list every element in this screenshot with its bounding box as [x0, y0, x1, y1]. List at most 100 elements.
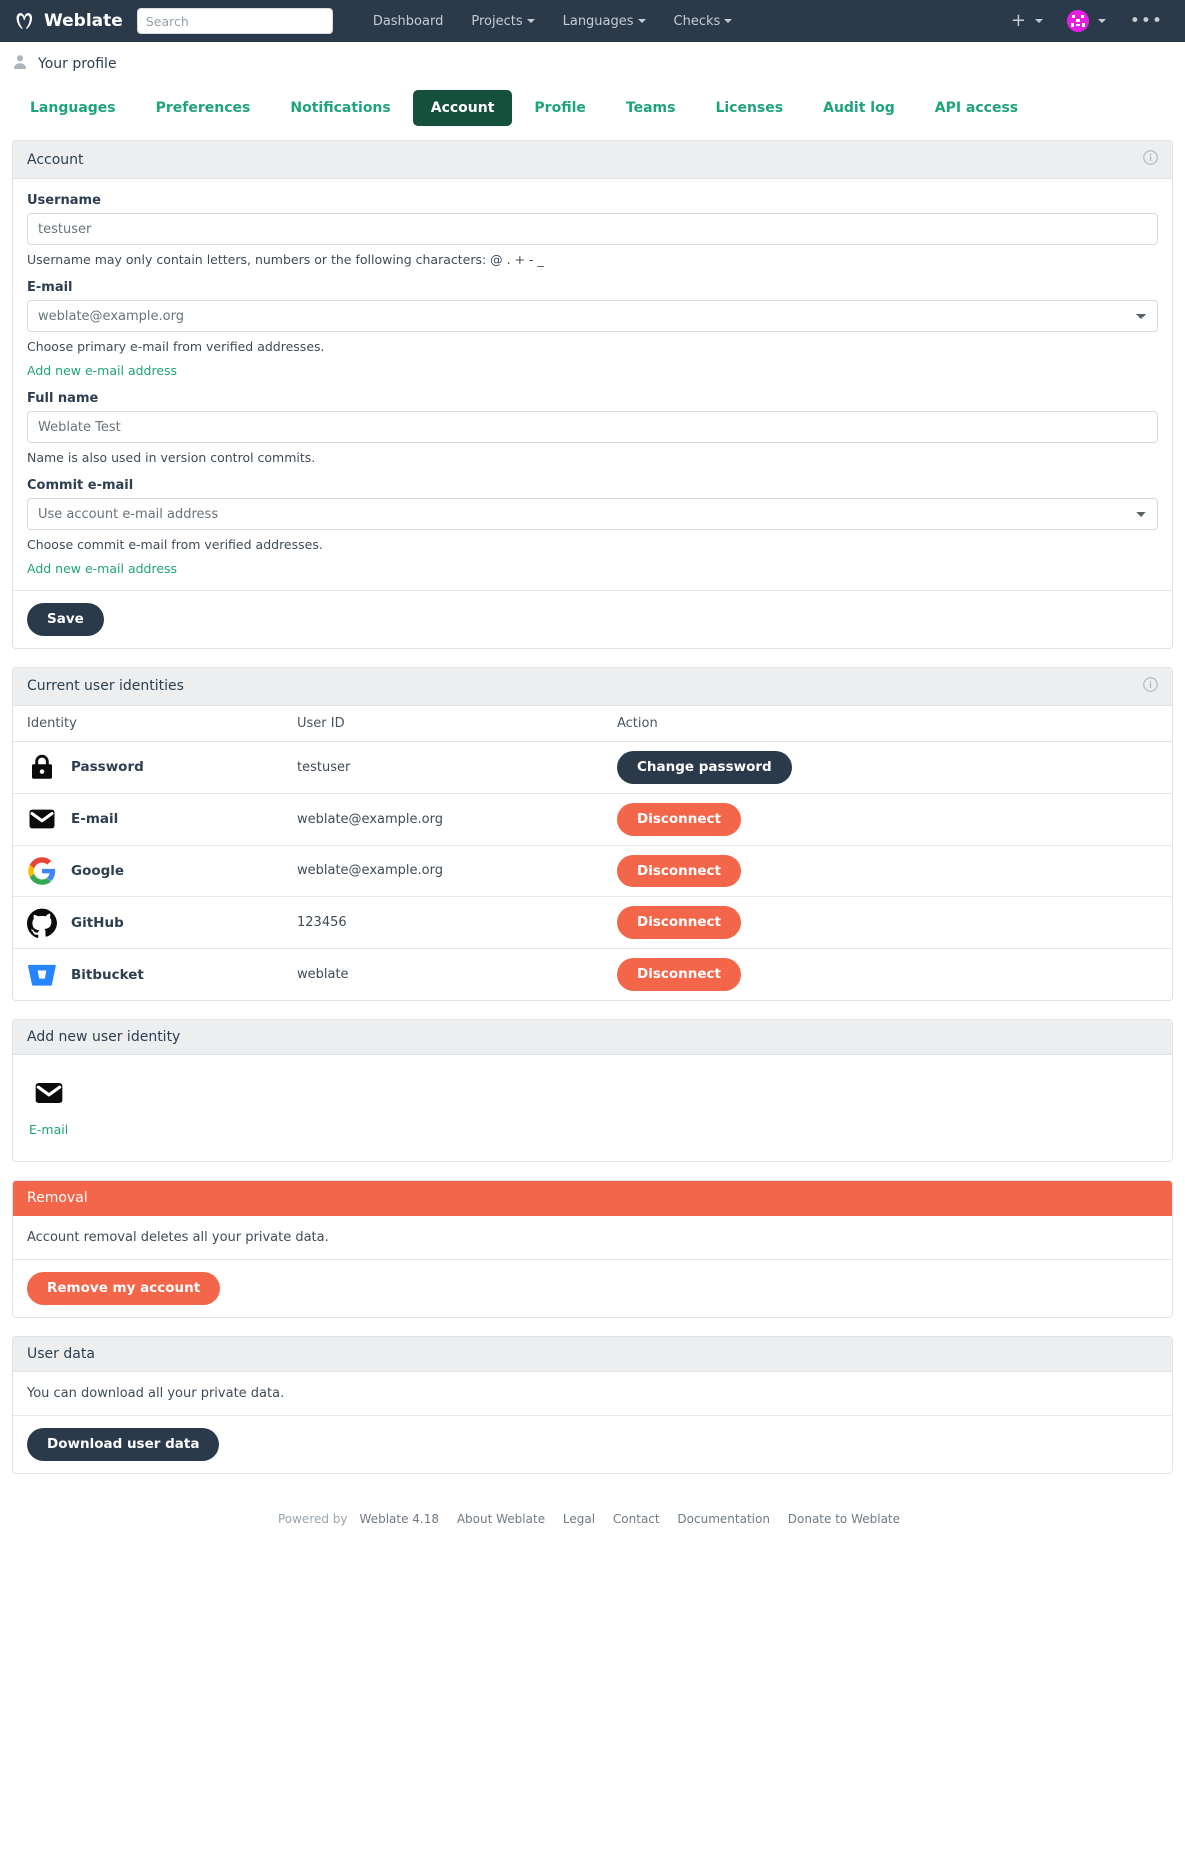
info-circle-icon[interactable] [1143, 677, 1158, 696]
identity-cell: E-mail [13, 793, 283, 846]
footer-link-documentation[interactable]: Documentation [677, 1512, 770, 1526]
removal-panel-header: Removal [13, 1181, 1172, 1217]
email-select[interactable]: weblate@example.org [27, 300, 1158, 332]
navbar-right-actions: + ••• [1001, 0, 1173, 42]
identity-name: GitHub [71, 914, 124, 931]
username-input[interactable] [27, 213, 1158, 245]
tab-preferences[interactable]: Preferences [138, 90, 269, 126]
table-row: GitHub 123456 Disconnect [13, 896, 1172, 950]
footer-link-legal[interactable]: Legal [563, 1512, 595, 1526]
nav-link-checks[interactable]: Checks [660, 4, 747, 39]
download-user-data-button[interactable]: Download user data [27, 1427, 220, 1461]
identities-table: Identity User ID Action Password testuse… [13, 705, 1172, 1000]
full-name-input[interactable] [27, 411, 1158, 443]
table-row: Password testuser Change password [13, 741, 1172, 794]
add-new-email-link-commit[interactable]: Add new e-mail address [27, 561, 177, 576]
add-identity-email-option[interactable]: E-mail [27, 1073, 70, 1141]
account-panel-header: Account [13, 141, 1172, 179]
github-icon [27, 908, 57, 938]
weblate-logo-icon [14, 10, 36, 32]
commit-email-help: Choose commit e-mail from verified addre… [27, 537, 323, 552]
tab-teams[interactable]: Teams [608, 90, 694, 126]
search-input[interactable] [136, 8, 333, 34]
disconnect-bitbucket-button[interactable]: Disconnect [617, 958, 741, 992]
user-id-cell: weblate [297, 967, 349, 983]
navbar-links: Dashboard Projects Languages Checks [359, 4, 747, 39]
account-panel: Account Username Username may only conta… [12, 140, 1173, 649]
nav-link-label: Projects [471, 13, 523, 29]
person-icon [12, 54, 28, 74]
removal-panel-body: Account removal deletes all your private… [13, 1216, 1172, 1259]
nav-link-languages[interactable]: Languages [549, 4, 660, 39]
envelope-icon [27, 804, 57, 834]
account-panel-body: Username Username may only contain lette… [13, 179, 1172, 590]
tab-audit-log[interactable]: Audit log [805, 90, 913, 126]
removal-panel-footer: Remove my account [13, 1259, 1172, 1317]
tab-label: Languages [30, 100, 116, 116]
column-header-identity: Identity [13, 705, 283, 742]
profile-tabs: Languages Preferences Notifications Acco… [12, 80, 1173, 126]
action-cell: Disconnect [603, 793, 1172, 846]
tab-label: Account [430, 100, 495, 116]
email-field-group: E-mail weblate@example.org Choose primar… [27, 280, 1158, 378]
disconnect-email-button[interactable]: Disconnect [617, 802, 741, 836]
user-data-header: User data [13, 1336, 1172, 1372]
tab-profile[interactable]: Profile [516, 90, 603, 126]
page-wrapper: Your profile Languages Preferences Notif… [0, 42, 1185, 1542]
user-menu-button[interactable] [1057, 2, 1116, 40]
page-title-label: Your profile [38, 56, 117, 72]
remove-account-button[interactable]: Remove my account [27, 1272, 221, 1305]
more-menu-button[interactable]: ••• [1120, 5, 1173, 38]
tab-label: Notifications [290, 100, 391, 116]
current-identities-panel: Current user identities Identity User ID… [12, 666, 1173, 1002]
identity-name: Password [71, 759, 144, 776]
identity-cell: Google [13, 845, 283, 898]
footer-version-link[interactable]: Weblate 4.18 [360, 1512, 439, 1526]
tab-label: API access [934, 100, 1019, 116]
tab-api-access[interactable]: API access [917, 90, 1036, 126]
add-menu-button[interactable]: + [1001, 4, 1053, 38]
brand-link[interactable]: Weblate [14, 10, 123, 32]
footer-link-about[interactable]: About Weblate [457, 1512, 545, 1526]
identity-name: Google [71, 862, 125, 879]
add-identity-title: Add new user identity [27, 1029, 181, 1046]
tab-account[interactable]: Account [412, 90, 513, 126]
add-identity-header: Add new user identity [13, 1020, 1172, 1056]
tab-notifications[interactable]: Notifications [272, 90, 408, 126]
nav-link-label: Checks [673, 13, 721, 29]
user-data-body: You can download all your private data. [13, 1372, 1172, 1415]
ellipsis-icon: ••• [1129, 10, 1163, 31]
chevron-down-icon [1097, 19, 1106, 23]
tab-licenses[interactable]: Licenses [697, 90, 801, 126]
table-header-row: Identity User ID Action [13, 705, 1172, 742]
user-avatar-identicon [1066, 10, 1089, 32]
chevron-down-icon [526, 19, 535, 23]
removal-description: Account removal deletes all your private… [27, 1230, 329, 1246]
footer-link-donate[interactable]: Donate to Weblate [788, 1512, 900, 1526]
user-data-footer: Download user data [13, 1414, 1172, 1473]
nav-link-projects[interactable]: Projects [457, 4, 548, 39]
disconnect-google-button[interactable]: Disconnect [617, 854, 741, 888]
tab-languages[interactable]: Languages [12, 90, 134, 126]
identity-cell: GitHub [13, 896, 283, 950]
save-button[interactable]: Save [27, 603, 104, 636]
column-header-action: Action [603, 705, 1172, 742]
commit-email-select[interactable]: Use account e-mail address [27, 498, 1158, 530]
full-name-label: Full name [27, 391, 99, 406]
email-help: Choose primary e-mail from verified addr… [27, 339, 325, 354]
action-cell: Disconnect [603, 949, 1172, 1000]
table-row: E-mail weblate@example.org Disconnect [13, 793, 1172, 846]
footer-link-contact[interactable]: Contact [613, 1512, 660, 1526]
google-icon [27, 856, 57, 886]
change-password-button[interactable]: Change password [617, 750, 792, 784]
username-field-group: Username Username may only contain lette… [27, 193, 1158, 267]
nav-link-dashboard[interactable]: Dashboard [359, 4, 458, 39]
info-circle-icon[interactable] [1143, 150, 1158, 169]
add-identity-email-label: E-mail [29, 1122, 69, 1138]
disconnect-github-button[interactable]: Disconnect [617, 906, 741, 940]
add-new-email-link-primary[interactable]: Add new e-mail address [27, 363, 177, 378]
footer-powered-by: Powered by [277, 1511, 348, 1526]
brand-label: Weblate [44, 11, 123, 31]
tab-label: Preferences [155, 100, 251, 116]
table-row: Google weblate@example.org Disconnect [13, 845, 1172, 898]
